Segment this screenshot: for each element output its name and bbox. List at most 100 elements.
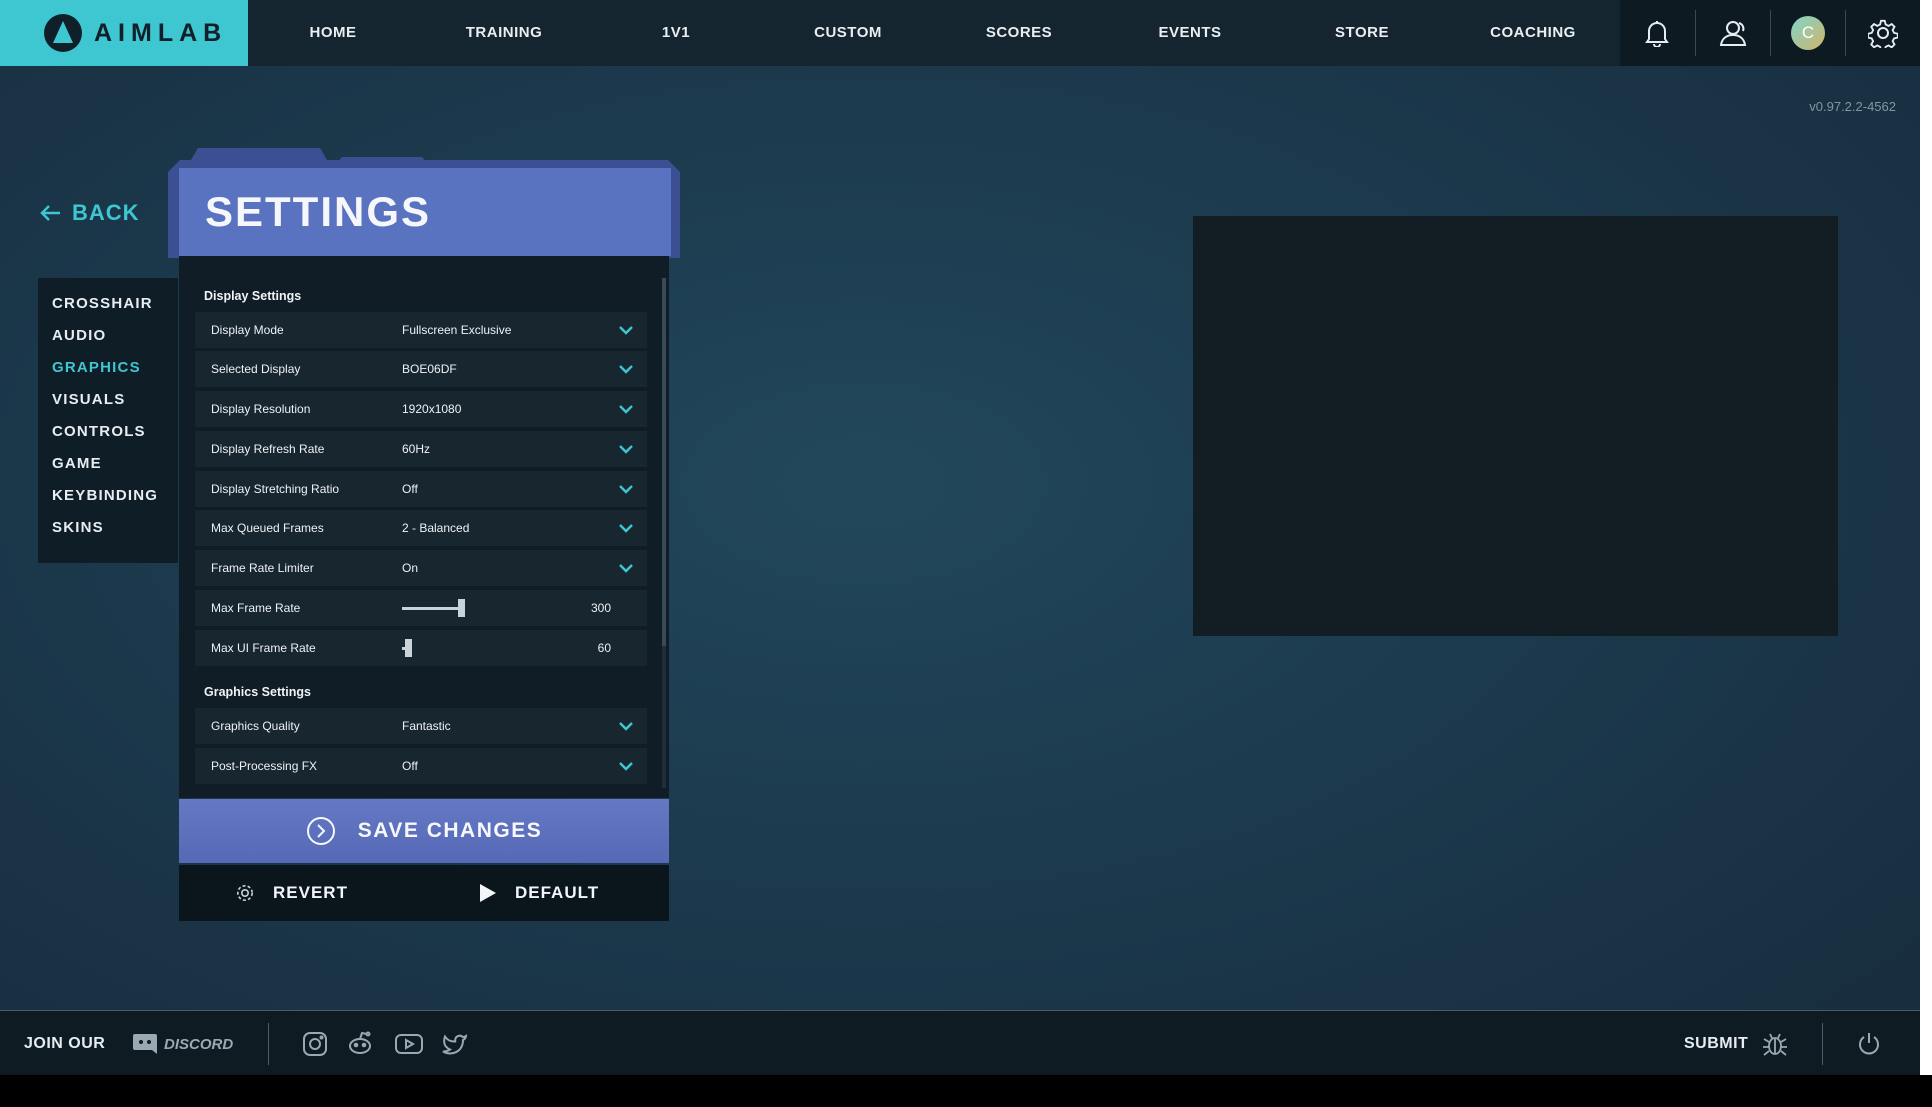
logo[interactable]: AIMLAB [0,0,248,66]
chevron-down-icon [619,365,633,374]
revert-button[interactable]: REVERT [235,865,348,921]
setting-label: Display Mode [211,323,284,337]
setting-row-max-frame-rate: Max Frame Rate 300 [195,590,647,626]
setting-label: Display Stretching Ratio [211,482,340,496]
back-button[interactable]: BACK [40,200,140,226]
menu-item-graphics[interactable]: GRAPHICS [38,358,178,390]
setting-row-refresh-rate[interactable]: Display Refresh Rate 60Hz [195,431,647,467]
settings-button[interactable] [1846,0,1920,66]
friends-button[interactable] [1696,0,1770,66]
menu-item-controls[interactable]: CONTROLS [38,422,178,454]
setting-value: 60Hz [402,442,431,456]
nav-coaching[interactable]: COACHING [1490,0,1576,66]
slider-value: 60 [597,641,611,655]
setting-label: Display Refresh Rate [211,442,325,456]
chevron-down-icon [619,326,633,335]
youtube-icon[interactable] [394,1031,424,1057]
window-edge [1920,0,1932,1107]
notifications-button[interactable] [1620,0,1694,66]
chevron-down-icon [619,722,633,731]
chevron-down-icon [619,405,633,414]
nav-1v1[interactable]: 1V1 [662,0,690,66]
setting-row-selected-display[interactable]: Selected Display BOE06DF [195,351,647,387]
discord-link[interactable]: DISCORD [132,1032,233,1056]
scrollbar-thumb[interactable] [662,278,666,646]
setting-label: Frame Rate Limiter [211,561,314,575]
aimlab-logo-icon [44,14,82,52]
chevron-down-icon [619,524,633,533]
nav-store[interactable]: STORE [1335,0,1389,66]
save-changes-label: SAVE CHANGES [357,819,543,842]
setting-value: Off [402,759,418,773]
menu-item-crosshair[interactable]: CROSSHAIR [38,294,178,326]
settings-scrollbar[interactable] [662,278,666,788]
footer-divider [268,1023,269,1065]
max-ui-frame-rate-slider-handle[interactable] [405,639,412,657]
top-nav: AIMLAB HOME TRAINING 1V1 CUSTOM SCORES E… [0,0,1920,66]
instagram-icon[interactable] [302,1031,328,1057]
section-title-graphics: Graphics Settings [204,685,311,699]
nav-home[interactable]: HOME [310,0,357,66]
setting-row-display-resolution[interactable]: Display Resolution 1920x1080 [195,391,647,427]
setting-row-frame-rate-limiter[interactable]: Frame Rate Limiter On [195,550,647,586]
discord-label: DISCORD [164,1035,234,1053]
setting-row-max-queued-frames[interactable]: Max Queued Frames 2 - Balanced [195,510,647,546]
setting-value: Off [402,482,418,496]
setting-row-graphics-quality[interactable]: Graphics Quality Fantastic [195,708,647,744]
setting-label: Display Resolution [211,402,311,416]
nav-training[interactable]: TRAINING [466,0,543,66]
gear-icon [237,885,253,901]
chevron-down-icon [619,564,633,573]
setting-label: Max UI Frame Rate [211,641,316,655]
setting-row-post-processing[interactable]: Post-Processing FX Off [195,748,647,784]
profile-button[interactable]: C [1771,0,1845,66]
graphics-preview [1193,216,1838,636]
play-icon [480,884,496,902]
menu-item-visuals[interactable]: VISUALS [38,390,178,422]
footer-divider [1822,1023,1823,1065]
setting-label: Selected Display [211,362,301,376]
menu-item-game[interactable]: GAME [38,454,178,486]
gear-icon [1868,19,1898,48]
section-title-display: Display Settings [204,289,302,303]
submit-bug-label[interactable]: SUBMIT [1684,1011,1748,1075]
setting-row-stretching-ratio[interactable]: Display Stretching Ratio Off [195,471,647,507]
bell-icon [1645,21,1669,47]
secondary-actions: REVERT DEFAULT [179,865,669,921]
menu-item-keybinding[interactable]: KEYBINDING [38,486,178,518]
chevron-circle-right-icon [306,817,335,845]
chevron-down-icon [619,445,633,454]
setting-row-max-ui-frame-rate: Max UI Frame Rate 60 [195,630,647,666]
reddit-icon[interactable] [347,1031,373,1057]
window-bottom-edge [0,1075,1932,1107]
nav-actions: C [1620,0,1920,66]
max-frame-rate-slider[interactable] [402,607,458,610]
join-label: JOIN OUR [24,1035,106,1052]
power-icon[interactable] [1856,1031,1882,1057]
aimlab-app: AIMLAB HOME TRAINING 1V1 CUSTOM SCORES E… [0,0,1920,1075]
slider-value: 300 [590,601,611,615]
chevron-down-icon [619,762,633,771]
save-changes-button[interactable]: SAVE CHANGES [179,799,669,863]
avatar: C [1791,16,1825,50]
twitter-icon[interactable] [442,1031,468,1057]
menu-item-skins[interactable]: SKINS [38,518,178,550]
menu-item-audio[interactable]: AUDIO [38,326,178,358]
version-label: v0.97.2.2-4562 [1809,99,1896,114]
arrow-left-icon [40,205,60,221]
default-button[interactable]: DEFAULT [479,865,599,921]
chevron-down-icon [619,485,633,494]
bug-icon[interactable] [1762,1030,1788,1058]
setting-label: Max Frame Rate [211,601,301,615]
nav-custom[interactable]: CUSTOM [814,0,882,66]
nav-events[interactable]: EVENTS [1158,0,1221,66]
settings-header: SETTINGS [179,168,671,256]
nav-scores[interactable]: SCORES [986,0,1052,66]
setting-value: Fantastic [402,719,451,733]
discord-icon [133,1034,157,1054]
max-frame-rate-slider-handle[interactable] [457,599,465,617]
brand-name: AIMLAB [94,18,228,47]
footer-bar: JOIN OUR DISCORD SUBMIT [0,1010,1920,1075]
setting-label: Max Queued Frames [211,521,324,535]
setting-row-display-mode[interactable]: Display Mode Fullscreen Exclusive [195,312,647,348]
